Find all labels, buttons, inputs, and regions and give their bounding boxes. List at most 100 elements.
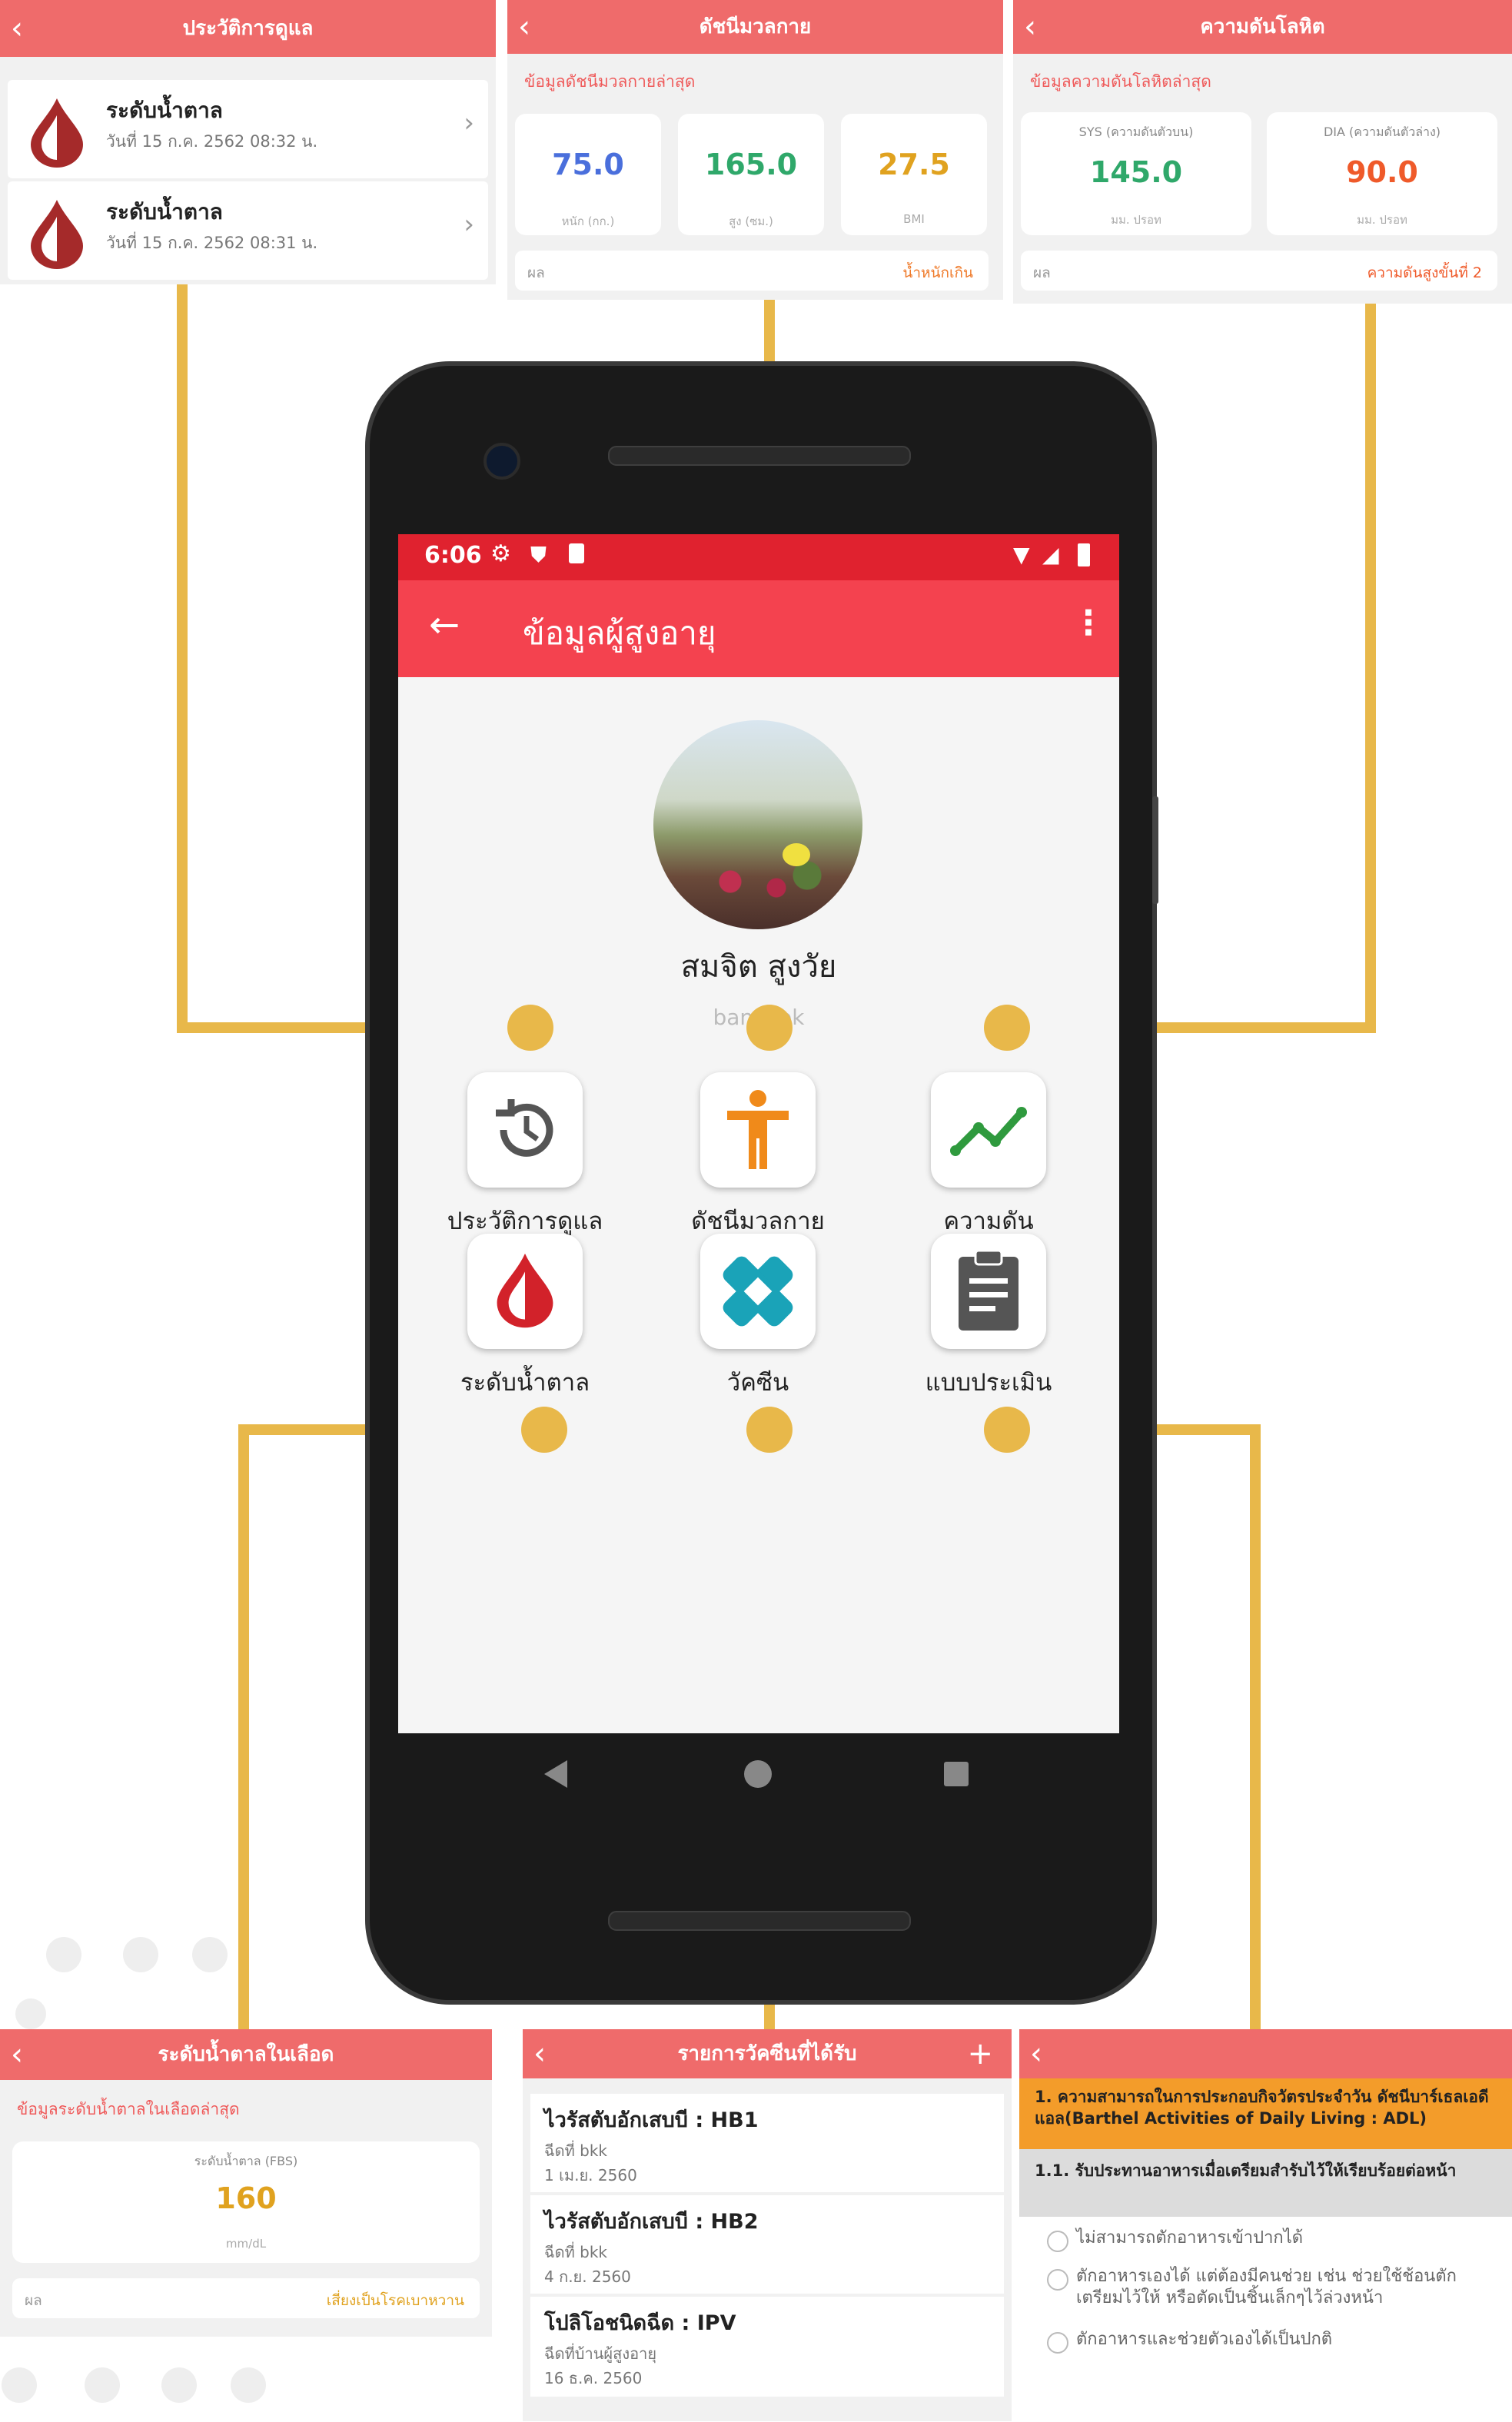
- bmi-card: 27.5 BMI: [841, 114, 987, 235]
- avatar[interactable]: [653, 720, 862, 929]
- status-bar: 6:06 ⚙ ⛊ ▼ ◢: [398, 534, 1119, 580]
- weight-card: 75.0 หนัก (กก.): [515, 114, 661, 235]
- blood-drop-icon: [497, 1253, 553, 1328]
- nav-recents-icon[interactable]: [944, 1762, 969, 1786]
- glucose-panel: ‹ ระดับน้ำตาลในเลือด ข้อมูลระดับน้ำตาลใน…: [0, 2029, 492, 2337]
- dia-card: DIA (ความดันตัวล่าง) 90.0 มม. ปรอท: [1267, 112, 1497, 235]
- back-icon[interactable]: ‹: [1030, 2029, 1042, 2078]
- glucose-value: 160: [215, 2181, 277, 2215]
- history-icon: [496, 1099, 553, 1157]
- bmi-value: 27.5: [878, 148, 950, 181]
- vaccine-title: รายการวัคซีนที่ได้รับ: [677, 2042, 857, 2065]
- radio-option[interactable]: [1047, 2332, 1068, 2354]
- vaccine-name: ไวรัสตับอักเสบบี : HB2: [544, 2210, 759, 2234]
- connector-dot: [507, 1005, 553, 1051]
- assessment-panel: ‹ 1. ความสามารถในการประกอบกิจวัตรประจำวั…: [1019, 2029, 1512, 2375]
- back-icon[interactable]: ‹: [11, 2029, 23, 2080]
- signal-icon: ◢: [1042, 542, 1059, 567]
- radio-option[interactable]: [1047, 2231, 1068, 2252]
- bp-subtitle: ข้อมูลความดันโลหิตล่าสุด: [1030, 72, 1211, 91]
- assessment-section-header: 1. ความสามารถในการประกอบกิจวัตรประจำวัน …: [1019, 2078, 1512, 2149]
- nav-back-icon[interactable]: [544, 1760, 567, 1788]
- glucose-label: ระดับน้ำตาล (FBS): [194, 2154, 298, 2168]
- bmi-unit: BMI: [903, 212, 925, 226]
- top-speaker: [608, 446, 911, 466]
- menu-label-glucose: ระดับน้ำตาล: [460, 1369, 590, 1397]
- menu-tile-glucose[interactable]: [467, 1234, 583, 1349]
- connector-dot: [521, 1407, 567, 1453]
- option-label: ไม่สามารถตักอาหารเข้าปากได้: [1076, 2228, 1304, 2248]
- vaccine-header: ‹ รายการวัคซีนที่ได้รับ +: [523, 2029, 1012, 2078]
- height-unit: สูง (ซม.): [729, 214, 773, 228]
- connector-dot: [746, 1005, 793, 1051]
- battery-icon: [1078, 543, 1090, 566]
- chevron-right-icon: ›: [464, 108, 474, 138]
- bmi-title: ดัชนีมวลกาย: [699, 15, 812, 38]
- add-icon[interactable]: +: [967, 2029, 993, 2078]
- list-item-title: ระดับน้ำตาล: [106, 199, 223, 224]
- weight-value: 75.0: [552, 148, 624, 181]
- weight-unit: หนัก (กก.): [561, 214, 615, 228]
- menu-tile-care-history[interactable]: [467, 1072, 583, 1188]
- bmi-result-value: น้ำหนักเกิน: [902, 264, 973, 281]
- back-icon[interactable]: ‹: [1024, 0, 1036, 54]
- vaccine-item[interactable]: โปลิโอชนิดฉีด : IPV ฉีดที่บ้านผู้สูงอายุ…: [530, 2297, 1004, 2397]
- bandage-icon: [723, 1256, 793, 1327]
- assessment-header-bar: ‹: [1019, 2029, 1512, 2078]
- clipboard-icon: [959, 1249, 1019, 1331]
- glucose-title: ระดับน้ำตาลในเลือด: [158, 2043, 334, 2066]
- sd-card-icon: [569, 543, 584, 563]
- list-item[interactable]: ระดับน้ำตาล วันที่ 15 ก.ค. 2562 08:31 น.…: [8, 181, 488, 280]
- vaccine-place: ฉีดที่ bkk: [544, 2243, 608, 2261]
- side-button: [1152, 796, 1158, 904]
- care-history-panel: ‹ ประวัติการดูแล ระดับน้ำตาล วันที่ 15 ก…: [0, 0, 496, 284]
- bp-result-value: ความดันสูงขั้นที่ 2: [1367, 264, 1482, 281]
- glucose-card: ระดับน้ำตาล (FBS) 160 mm/dL: [12, 2141, 480, 2263]
- connector-dot: [984, 1005, 1030, 1051]
- sys-label: SYS (ความดันตัวบน): [1078, 125, 1194, 139]
- wifi-icon: ▼: [1013, 542, 1030, 567]
- app-bar: ← ข้อมูลผู้สูงอายุ ⋮: [398, 580, 1119, 677]
- option-label: ตักอาหารเองได้ แต่ต้องมีคนช่วย เช่น ช่วย…: [1076, 2267, 1457, 2307]
- vaccine-item[interactable]: ไวรัสตับอักเสบบี : HB2 ฉีดที่ bkk 4 ก.ย.…: [530, 2195, 1004, 2294]
- bp-title: ความดันโลหิต: [1200, 15, 1325, 38]
- back-icon[interactable]: ‹: [518, 0, 530, 54]
- blood-pressure-panel: ‹ ความดันโลหิต ข้อมูลความดันโลหิตล่าสุด …: [1013, 0, 1512, 304]
- more-vert-icon[interactable]: ⋮: [1072, 603, 1105, 643]
- nav-home-icon[interactable]: [744, 1760, 772, 1788]
- vaccine-date: 16 ธ.ค. 2560: [544, 2369, 643, 2387]
- vaccine-place: ฉีดที่บ้านผู้สูงอายุ: [544, 2344, 657, 2363]
- chevron-right-icon: ›: [464, 209, 474, 240]
- menu-tile-vaccine[interactable]: [700, 1234, 816, 1349]
- radio-option[interactable]: [1047, 2269, 1068, 2291]
- vaccine-item[interactable]: ไวรัสตับอักเสบบี : HB1 ฉีดที่ bkk 1 เม.ย…: [530, 2094, 1004, 2192]
- list-item[interactable]: ระดับน้ำตาล วันที่ 15 ก.ค. 2562 08:32 น.…: [8, 80, 488, 178]
- menu-tile-blood-pressure[interactable]: [931, 1072, 1046, 1188]
- dia-label: DIA (ความดันตัวล่าง): [1323, 125, 1441, 139]
- bmi-subtitle: ข้อมูลดัชนีมวลกายล่าสุด: [524, 72, 696, 91]
- glucose-result-value: เสี่ยงเป็นโรคเบาหวาน: [326, 2292, 464, 2309]
- menu-tile-assessment[interactable]: [931, 1234, 1046, 1349]
- assessment-question-text: 1.1. รับประทานอาหารเมื่อเตรียมสำรับไว้ให…: [1035, 2161, 1457, 2180]
- blood-drop-icon: [31, 200, 83, 269]
- list-item-date: วันที่ 15 ก.ค. 2562 08:32 น.: [106, 132, 318, 151]
- connector-dot: [984, 1407, 1030, 1453]
- bottom-speaker: [608, 1911, 911, 1931]
- bmi-result-row: ผล น้ำหนักเกิน: [515, 251, 989, 291]
- list-item-date: วันที่ 15 ก.ค. 2562 08:31 น.: [106, 234, 318, 252]
- bmi-header: ‹ ดัชนีมวลกาย: [507, 0, 1003, 54]
- connector-dot: [746, 1407, 793, 1453]
- front-camera: [484, 443, 520, 480]
- list-item-title: ระดับน้ำตาล: [106, 98, 223, 123]
- sys-card: SYS (ความดันตัวบน) 145.0 มม. ปรอท: [1021, 112, 1251, 235]
- vaccine-name: ไวรัสตับอักเสบบี : HB1: [544, 2108, 759, 2132]
- back-arrow-icon[interactable]: ←: [429, 603, 460, 646]
- bp-result-row: ผล ความดันสูงขั้นที่ 2: [1021, 251, 1497, 291]
- person-icon: [727, 1090, 789, 1169]
- care-history-header: ‹ ประวัติการดูแล: [0, 0, 496, 57]
- back-icon[interactable]: ‹: [533, 2029, 546, 2078]
- back-icon[interactable]: ‹: [11, 0, 23, 57]
- assessment-section-title: 1. ความสามารถในการประกอบกิจวัตรประจำวัน …: [1035, 2088, 1489, 2128]
- menu-tile-bmi[interactable]: [700, 1072, 816, 1188]
- dia-unit: มม. ปรอท: [1357, 213, 1407, 227]
